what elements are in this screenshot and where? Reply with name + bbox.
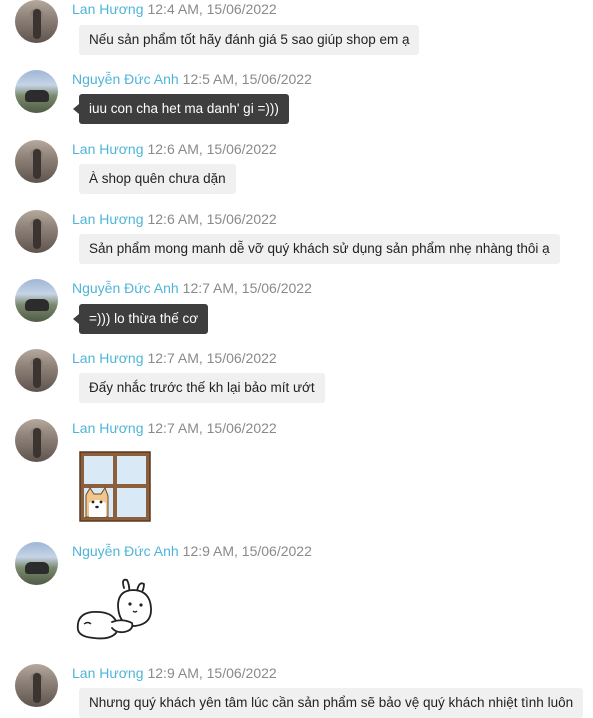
message-header: Lan Hương 12:7 AM, 15/06/2022 <box>72 350 277 366</box>
sender-name[interactable]: Lan Hương <box>72 665 143 681</box>
sender-name[interactable]: Nguyễn Đức Anh <box>72 280 179 296</box>
message-timestamp: 12:6 AM, 15/06/2022 <box>147 211 277 227</box>
message-timestamp: 12:6 AM, 15/06/2022 <box>147 141 277 157</box>
sender-name[interactable]: Nguyễn Đức Anh <box>72 71 179 87</box>
message-header: Nguyễn Đức Anh 12:9 AM, 15/06/2022 <box>72 543 312 559</box>
message-timestamp: 12:7 AM, 15/06/2022 <box>147 350 277 366</box>
avatar[interactable] <box>15 349 58 392</box>
message-header: Lan Hương 12:6 AM, 15/06/2022 <box>72 141 277 157</box>
rabbit-sticker[interactable] <box>74 578 158 645</box>
sender-name[interactable]: Lan Hương <box>72 420 143 436</box>
message-bubble: Sản phẩm mong manh dễ vỡ quý khách sử dụ… <box>79 234 560 264</box>
sender-name[interactable]: Nguyễn Đức Anh <box>72 543 179 559</box>
sender-name[interactable]: Lan Hương <box>72 1 143 17</box>
avatar[interactable] <box>15 0 58 43</box>
avatar[interactable] <box>15 542 58 585</box>
message-bubble: Nếu sản phẩm tốt hãy đánh giá 5 sao giúp… <box>79 25 420 55</box>
message-bubble: iuu con cha het ma danh' gi =))) <box>73 94 289 124</box>
sender-name[interactable]: Lan Hương <box>72 141 143 157</box>
chat-thread[interactable]: Lan Hương 12:4 AM, 15/06/2022 Nếu sản phẩ… <box>0 0 593 718</box>
message-bubble: =))) lo thừa thế cơ <box>72 304 209 334</box>
message-timestamp: 12:9 AM, 15/06/2022 <box>147 665 277 681</box>
message-timestamp: 12:7 AM, 15/06/2022 <box>182 280 312 296</box>
message-bubble: Đấy nhắc trước thế kh lại bảo mít ướt <box>79 373 325 403</box>
sender-name[interactable]: Lan Hương <box>72 350 143 366</box>
message-timestamp: 12:9 AM, 15/06/2022 <box>182 543 312 559</box>
message-header: Lan Hương 12:4 AM, 15/06/2022 <box>72 1 277 17</box>
message-timestamp: 12:5 AM, 15/06/2022 <box>182 71 312 87</box>
avatar[interactable] <box>15 140 58 183</box>
avatar[interactable] <box>15 664 58 707</box>
sender-name[interactable]: Lan Hương <box>72 211 143 227</box>
avatar[interactable] <box>15 279 58 322</box>
message-timestamp: 12:7 AM, 15/06/2022 <box>147 420 277 436</box>
dog-window-sticker[interactable] <box>79 451 151 527</box>
message-header: Nguyễn Đức Anh 12:7 AM, 15/06/2022 <box>72 280 312 296</box>
message-bubble: À shop quên chưa dặn <box>79 164 236 194</box>
message-header: Lan Hương 12:7 AM, 15/06/2022 <box>72 420 277 436</box>
message-header: Nguyễn Đức Anh 12:5 AM, 15/06/2022 <box>72 71 312 87</box>
message-header: Lan Hương 12:6 AM, 15/06/2022 <box>72 211 277 227</box>
message-timestamp: 12:4 AM, 15/06/2022 <box>147 1 277 17</box>
avatar[interactable] <box>15 70 58 113</box>
message-bubble: Nhưng quý khách yên tâm lúc cần sản phẩm… <box>79 688 584 718</box>
message-header: Lan Hương 12:9 AM, 15/06/2022 <box>72 665 277 681</box>
avatar[interactable] <box>15 210 58 253</box>
avatar[interactable] <box>15 419 58 462</box>
